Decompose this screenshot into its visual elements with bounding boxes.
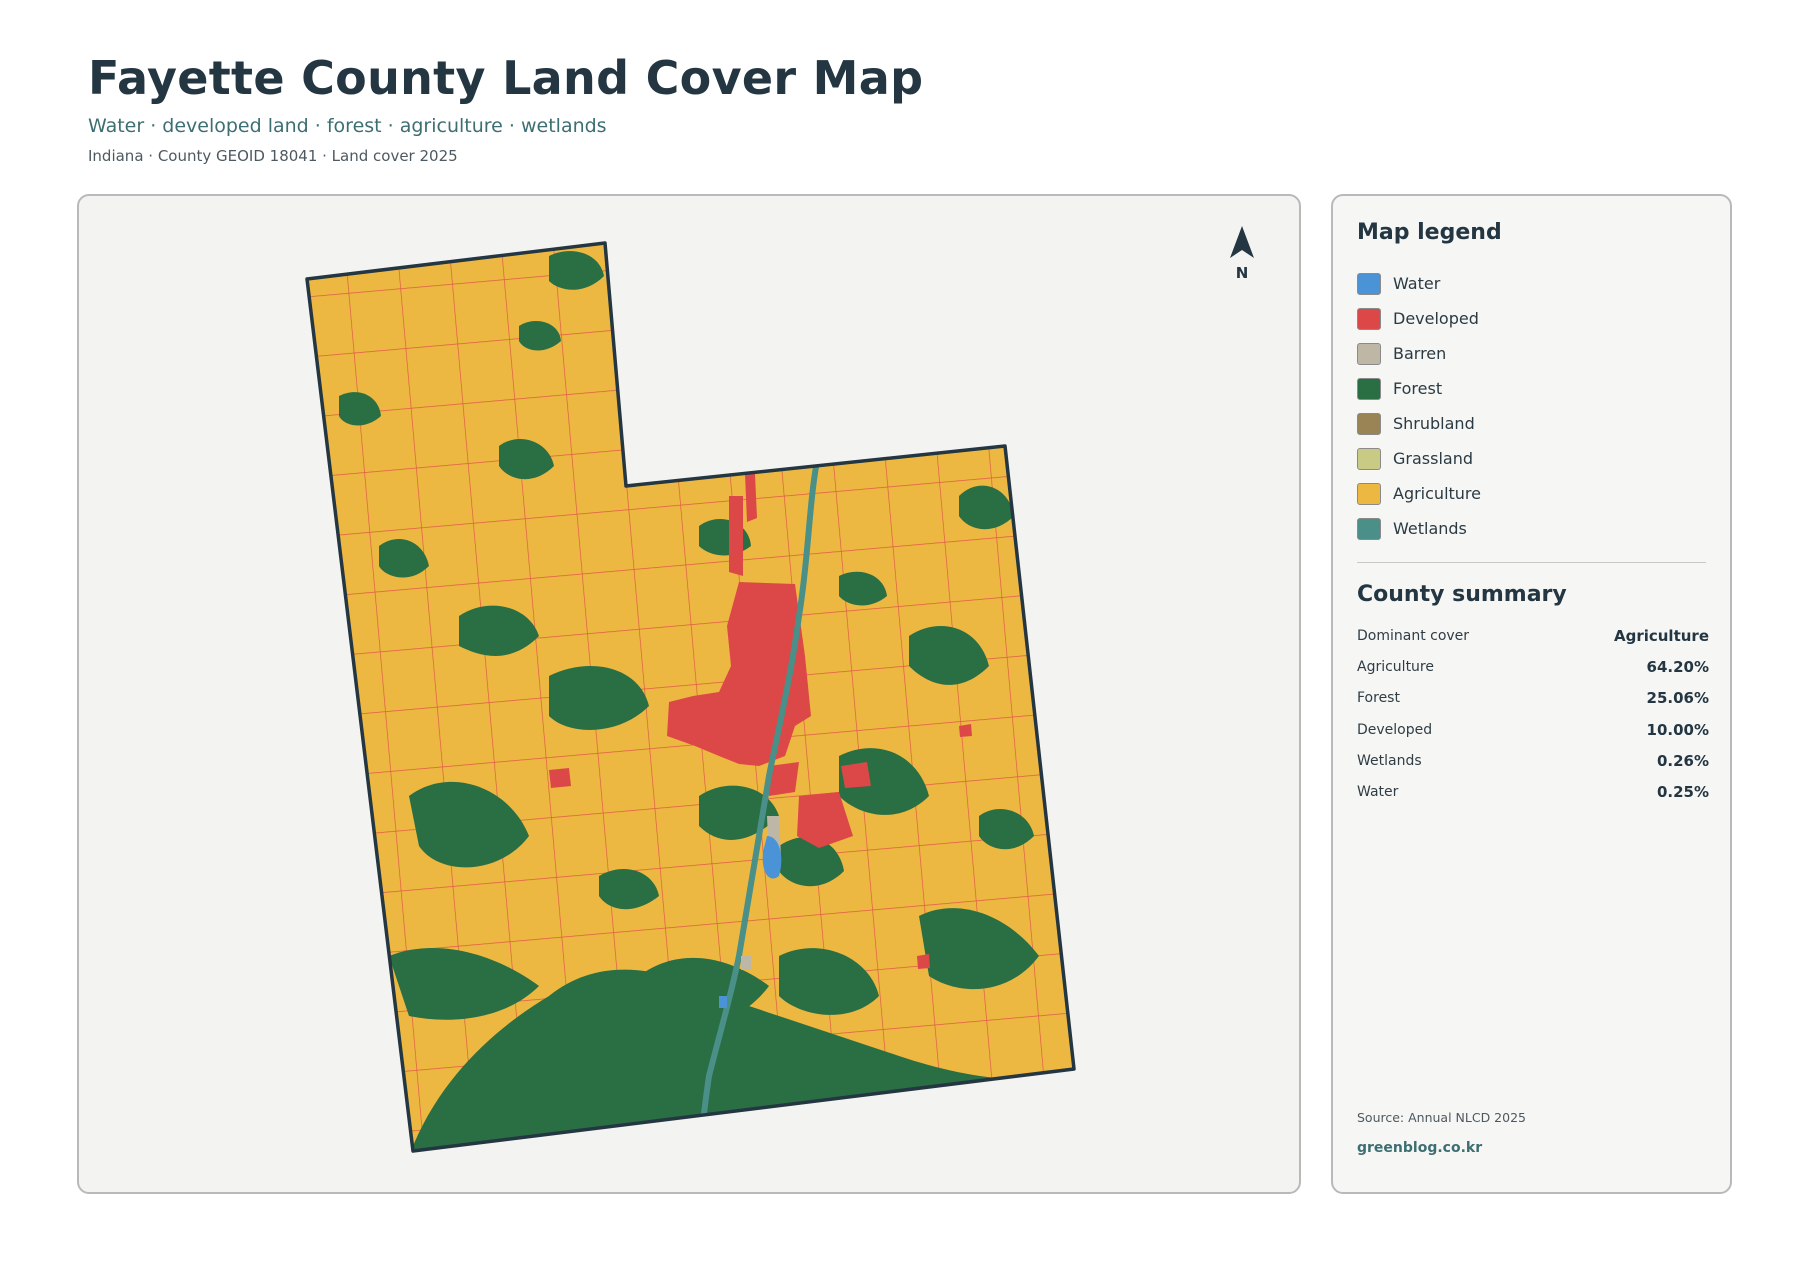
summary-row: Agriculture 64.20% bbox=[1357, 651, 1709, 682]
summary-row: Water 0.25% bbox=[1357, 776, 1709, 807]
legend-list: Water Developed Barren Forest Shrubland … bbox=[1357, 266, 1481, 546]
summary-row: Developed 10.00% bbox=[1357, 714, 1709, 745]
legend-swatch-water bbox=[1357, 272, 1381, 295]
county-map[interactable] bbox=[79, 196, 1299, 1192]
legend-swatch-developed bbox=[1357, 307, 1381, 330]
summary-key: Forest bbox=[1357, 690, 1400, 707]
legend-item-wetlands: Wetlands bbox=[1357, 511, 1481, 546]
legend-label: Water bbox=[1393, 274, 1441, 293]
summary-key: Agriculture bbox=[1357, 658, 1434, 675]
summary-row: Dominant cover Agriculture bbox=[1357, 620, 1709, 651]
summary-table: Dominant cover Agriculture Agriculture 6… bbox=[1357, 620, 1709, 808]
legend-swatch-shrubland bbox=[1357, 412, 1381, 435]
legend-item-grassland: Grassland bbox=[1357, 441, 1481, 476]
summary-row: Wetlands 0.26% bbox=[1357, 745, 1709, 776]
legend-swatch-wetlands bbox=[1357, 517, 1381, 540]
page-title: Fayette County Land Cover Map bbox=[88, 51, 924, 105]
legend-item-shrubland: Shrubland bbox=[1357, 406, 1481, 441]
summary-value: 10.00% bbox=[1646, 720, 1709, 739]
legend-item-agriculture: Agriculture bbox=[1357, 476, 1481, 511]
summary-value: 0.25% bbox=[1656, 783, 1709, 802]
legend-item-barren: Barren bbox=[1357, 336, 1481, 371]
page-meta: Indiana · County GEOID 18041 · Land cove… bbox=[88, 147, 458, 165]
north-arrow-icon bbox=[1230, 226, 1254, 258]
legend-label: Shrubland bbox=[1393, 414, 1475, 433]
legend-swatch-barren bbox=[1357, 342, 1381, 365]
panel-divider bbox=[1357, 562, 1706, 563]
summary-value: 25.06% bbox=[1646, 689, 1709, 708]
summary-value: 64.20% bbox=[1646, 657, 1709, 676]
summary-key: Wetlands bbox=[1357, 752, 1422, 769]
legend-label: Barren bbox=[1393, 344, 1447, 363]
summary-key: Developed bbox=[1357, 721, 1433, 738]
north-arrow: N bbox=[1222, 224, 1262, 282]
summary-value: 0.26% bbox=[1656, 751, 1709, 770]
legend-label: Developed bbox=[1393, 309, 1479, 328]
legend-swatch-grassland bbox=[1357, 447, 1381, 470]
page-subtitle: Water · developed land · forest · agricu… bbox=[88, 115, 607, 137]
map-panel[interactable] bbox=[77, 194, 1301, 1194]
summary-key: Dominant cover bbox=[1357, 627, 1470, 644]
land-cover-raster bbox=[307, 243, 1074, 1151]
legend-label: Agriculture bbox=[1393, 484, 1481, 503]
legend-swatch-forest bbox=[1357, 377, 1381, 400]
legend-label: Grassland bbox=[1393, 449, 1473, 468]
summary-value: Agriculture bbox=[1613, 626, 1709, 645]
summary-row: Forest 25.06% bbox=[1357, 683, 1709, 714]
legend-label: Forest bbox=[1393, 379, 1443, 398]
page-header: Fayette County Land Cover Map Water · de… bbox=[88, 48, 923, 166]
summary-title: County summary bbox=[1357, 582, 1567, 607]
legend-label: Wetlands bbox=[1393, 519, 1467, 538]
legend-item-water: Water bbox=[1357, 266, 1481, 301]
legend-panel: Map legend Water Developed Barren Forest… bbox=[1331, 194, 1732, 1194]
legend-swatch-agriculture bbox=[1357, 482, 1381, 505]
legend-item-developed: Developed bbox=[1357, 301, 1481, 336]
north-label: N bbox=[1235, 264, 1249, 282]
source-note: Source: Annual NLCD 2025 bbox=[1357, 1110, 1526, 1125]
summary-key: Water bbox=[1357, 784, 1399, 801]
legend-title: Map legend bbox=[1357, 220, 1502, 245]
legend-item-forest: Forest bbox=[1357, 371, 1481, 406]
site-link[interactable]: greenblog.co.kr bbox=[1357, 1140, 1482, 1156]
